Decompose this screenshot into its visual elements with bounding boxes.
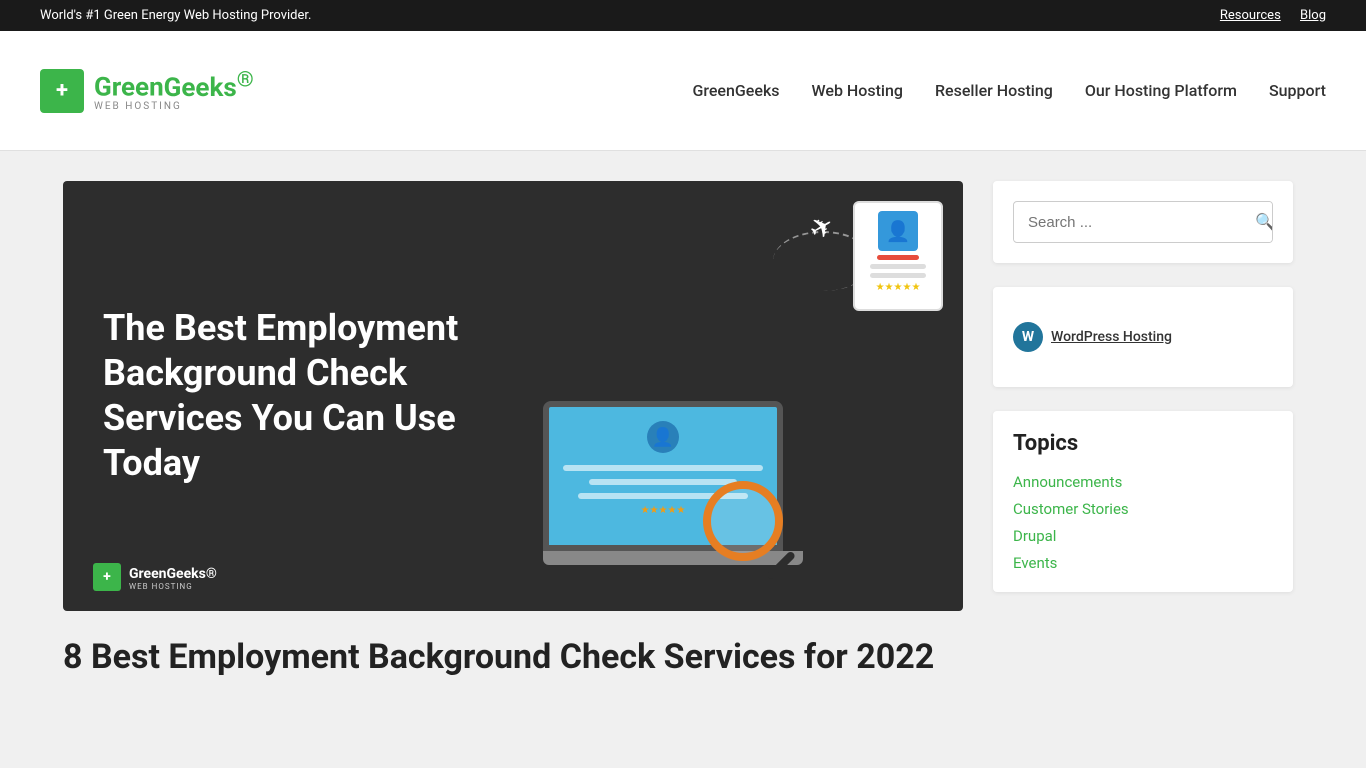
search-card: 🔍 — [993, 181, 1293, 263]
id-line-3 — [870, 273, 926, 278]
topic-item-customer-stories: Customer Stories — [1013, 499, 1273, 518]
hero-logo-text: GreenGeeks® WEB HOSTING — [129, 563, 217, 591]
screen-avatar-icon: 👤 — [647, 421, 679, 453]
search-box: 🔍 — [1013, 201, 1273, 243]
search-button[interactable]: 🔍 — [1241, 202, 1273, 242]
nav-our-hosting-platform[interactable]: Our Hosting Platform — [1085, 81, 1237, 100]
logo-brand: GreenGeeks® — [94, 69, 254, 101]
main-content: The Best Employment Background Check Ser… — [63, 181, 963, 679]
hero-image: The Best Employment Background Check Ser… — [63, 181, 963, 611]
site-header: + GreenGeeks® WEB HOSTING GreenGeeks Web… — [0, 31, 1366, 151]
blog-link[interactable]: Blog — [1300, 8, 1326, 23]
nav-web-hosting[interactable]: Web Hosting — [812, 81, 903, 100]
logo-sub: WEB HOSTING — [94, 101, 254, 112]
hero-brand-sub: WEB HOSTING — [129, 582, 217, 591]
id-line-1 — [877, 255, 919, 260]
top-bar-tagline: World's #1 Green Energy Web Hosting Prov… — [40, 8, 311, 23]
topic-link-drupal[interactable]: Drupal — [1013, 527, 1056, 545]
logo-icon: + — [40, 69, 84, 113]
logo-brand-suffix: Geeks® — [164, 73, 254, 103]
wp-hosting-ad: W WordPress Hosting — [993, 287, 1293, 387]
topic-item-announcements: Announcements — [1013, 472, 1273, 491]
hero-brand: GreenGeeks® — [129, 566, 217, 582]
screen-line-1 — [563, 465, 763, 471]
search-input[interactable] — [1014, 204, 1241, 241]
topic-item-events: Events — [1013, 553, 1273, 572]
logo-brand-prefix: Green — [94, 73, 164, 103]
article-title: 8 Best Employment Background Check Servi… — [63, 635, 963, 679]
logo[interactable]: + GreenGeeks® WEB HOSTING — [40, 69, 254, 113]
topics-heading: Topics — [1013, 431, 1273, 456]
nav-greengeeks[interactable]: GreenGeeks — [692, 81, 779, 100]
nav-reseller-hosting[interactable]: Reseller Hosting — [935, 81, 1053, 100]
topics-list: Announcements Customer Stories Drupal Ev… — [1013, 472, 1273, 572]
magnifier-icon — [703, 481, 783, 561]
hero-title: The Best Employment Background Check Ser… — [63, 266, 558, 526]
search-icon: 🔍 — [1255, 214, 1273, 231]
nav-support[interactable]: Support — [1269, 81, 1326, 100]
topic-link-events[interactable]: Events — [1013, 554, 1057, 572]
screen-line-2 — [589, 479, 737, 485]
wordpress-icon: W — [1013, 322, 1043, 352]
sidebar: 🔍 W WordPress Hosting Topics Announcemen… — [993, 181, 1293, 592]
id-avatar-icon: 👤 — [878, 211, 918, 251]
topic-link-announcements[interactable]: Announcements — [1013, 473, 1122, 491]
wp-hosting-label[interactable]: WordPress Hosting — [1051, 329, 1172, 345]
hero-logo-icon: + — [93, 563, 121, 591]
laptop-illustration: 👤 ★★★★★ — [543, 401, 803, 581]
resources-link[interactable]: Resources — [1220, 8, 1281, 23]
topics-card: Topics Announcements Customer Stories Dr… — [993, 411, 1293, 592]
hero-logo-watermark: + GreenGeeks® WEB HOSTING — [93, 563, 217, 591]
wp-ad-placeholder: W WordPress Hosting — [1013, 322, 1172, 352]
page-wrapper: The Best Employment Background Check Ser… — [43, 151, 1323, 709]
id-line-2 — [870, 264, 926, 269]
top-bar-links: Resources Blog — [1204, 8, 1326, 23]
id-stars: ★★★★★ — [876, 282, 921, 293]
topic-link-customer-stories[interactable]: Customer Stories — [1013, 500, 1129, 518]
id-card-illustration: 👤 ★★★★★ — [853, 201, 943, 311]
topic-item-drupal: Drupal — [1013, 526, 1273, 545]
top-bar: World's #1 Green Energy Web Hosting Prov… — [0, 0, 1366, 31]
logo-text: GreenGeeks® WEB HOSTING — [94, 69, 254, 112]
main-nav: GreenGeeks Web Hosting Reseller Hosting … — [692, 81, 1326, 100]
